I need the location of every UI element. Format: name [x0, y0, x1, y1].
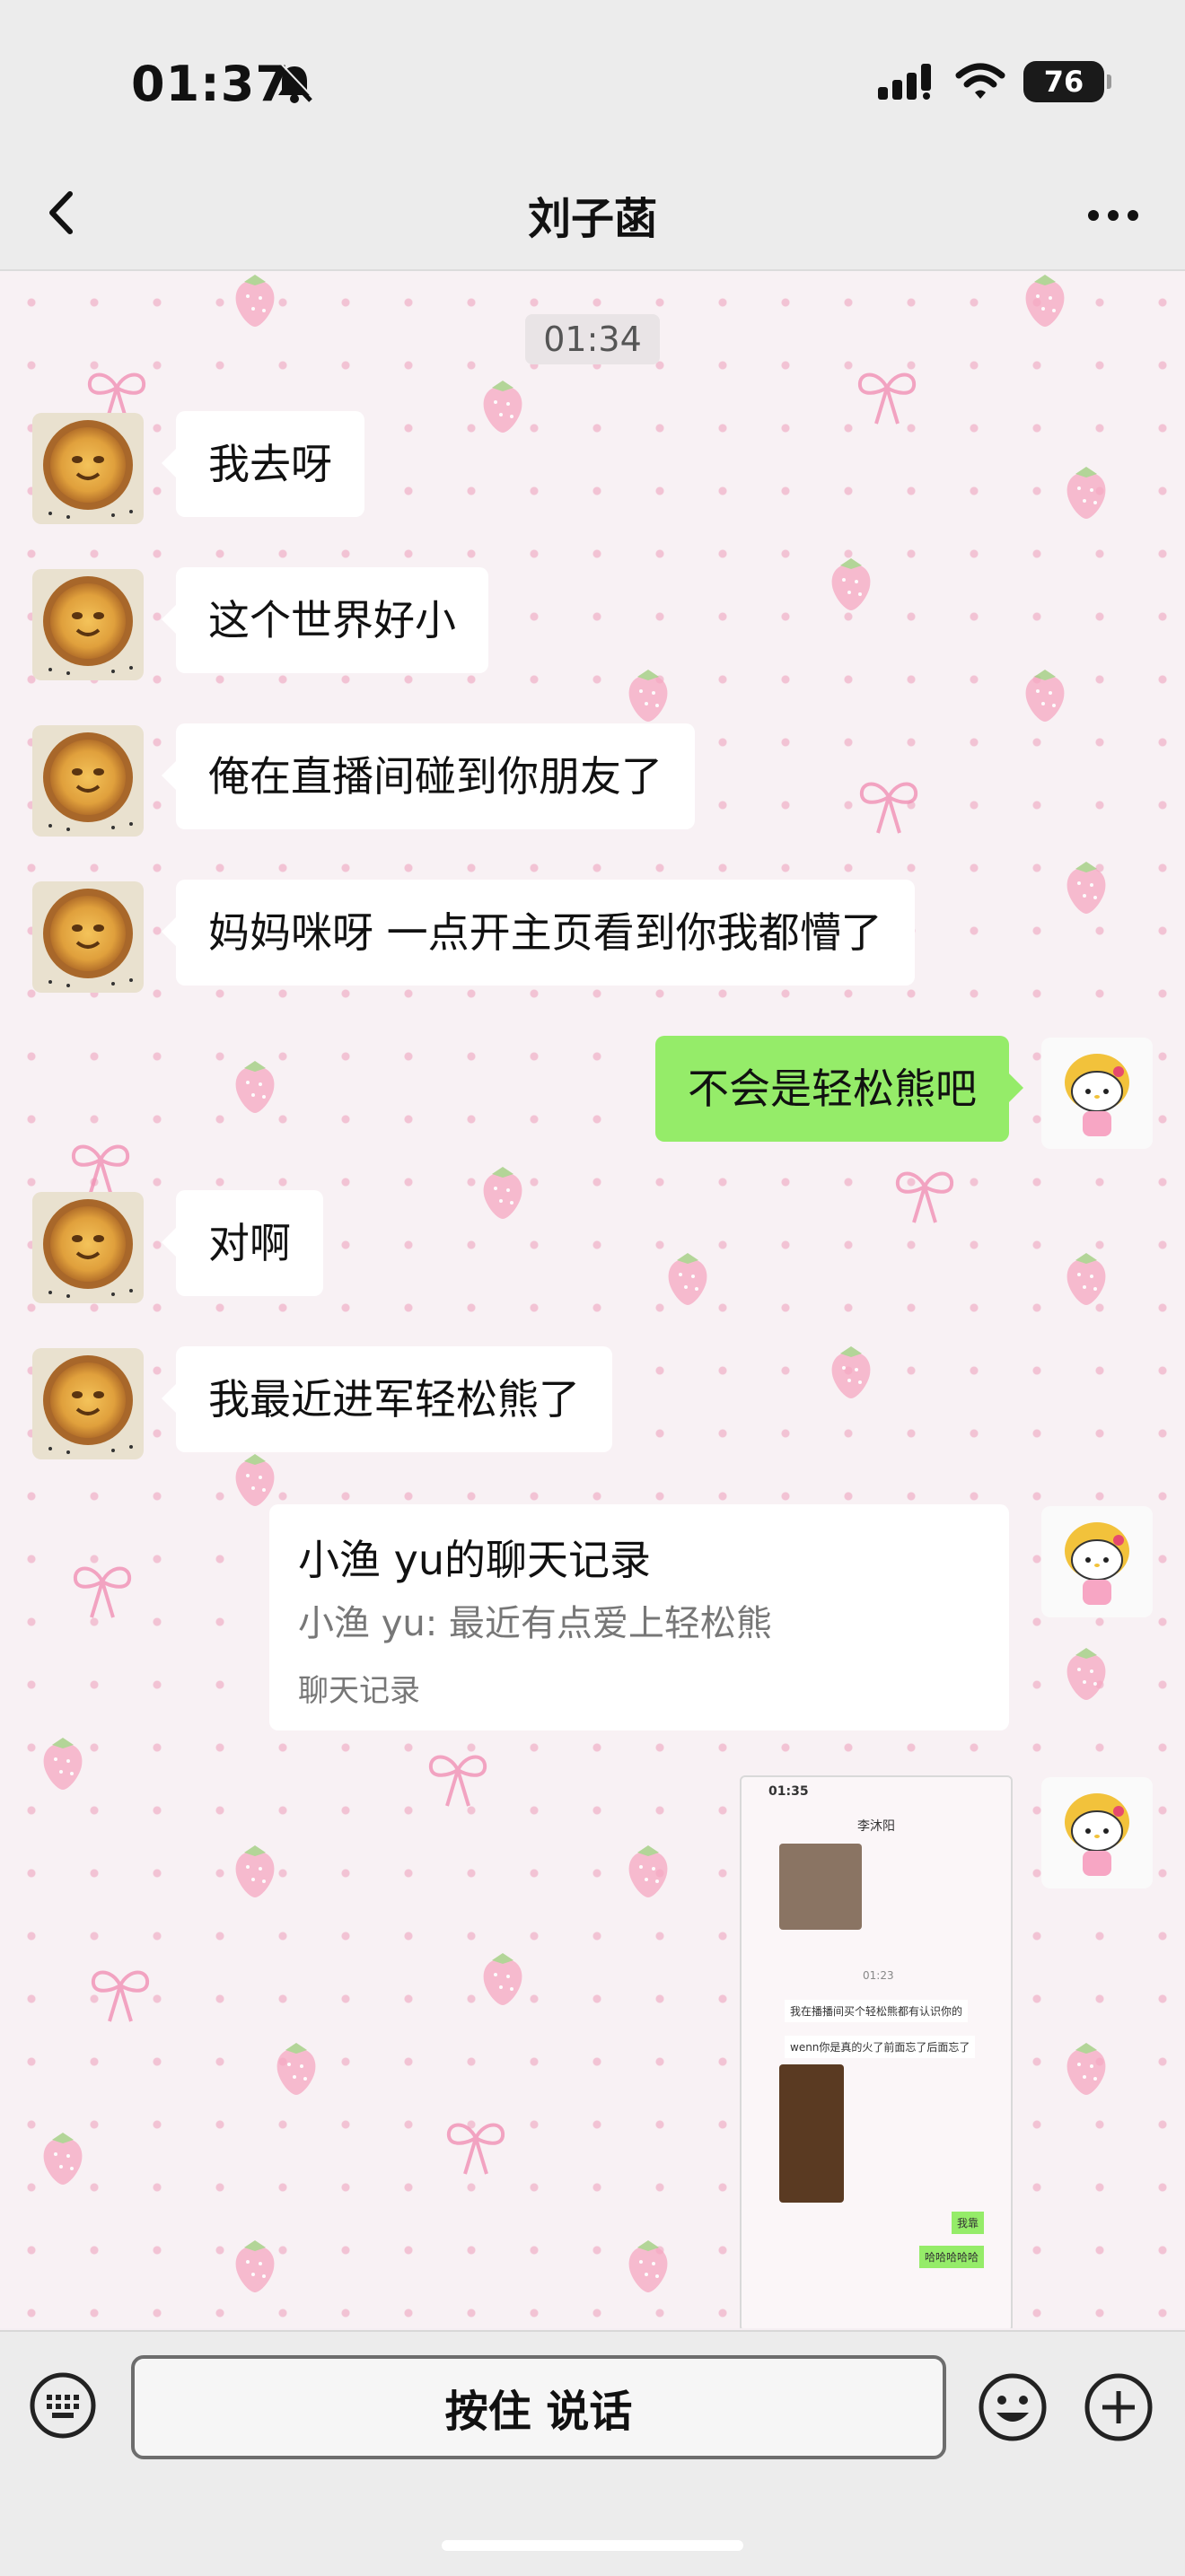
wifi-icon [955, 63, 1005, 99]
message-bubble[interactable]: 我去呀 [162, 411, 364, 517]
battery-indicator: 76 [1023, 61, 1111, 102]
strawberry-decoration [269, 2039, 323, 2097]
strawberry-decoration [228, 1057, 282, 1115]
status-time: 01:37 [131, 56, 290, 112]
add-plus-icon[interactable] [1083, 2371, 1154, 2443]
strawberry-decoration [36, 1734, 90, 1792]
strawberry-decoration [824, 1343, 878, 1400]
chat-timestamp: 01:34 [525, 314, 660, 364]
strawberry-decoration [1059, 1644, 1113, 1702]
forwarded-chat-card[interactable]: 小渔 yu的聊天记录 小渔 yu: 最近有点爱上轻松熊 聊天记录 [269, 1504, 1009, 1730]
strawberry-decoration [476, 1163, 530, 1221]
my-avatar[interactable] [1041, 1506, 1153, 1617]
shot-message: 我在播播间买个轻松熊都有认识你的 [785, 2000, 969, 2022]
shot-image-pig [779, 1844, 862, 1930]
chat-title: 刘子菡 [527, 194, 657, 244]
keyboard-toggle-icon[interactable] [29, 2371, 97, 2440]
message-bubble[interactable]: 这个世界好小 [162, 567, 488, 673]
strawberry-decoration [1059, 463, 1113, 521]
message-bubble[interactable]: 妈妈咪呀 一点开主页看到你我都懵了 [162, 880, 915, 986]
bow-decoration [440, 2111, 512, 2183]
strawberry-decoration [1059, 1249, 1113, 1307]
chat-area[interactable]: 01:34 我去呀 这个世界好小 俺在直播间碰到你朋友了 妈妈咪呀 一点开主页看… [0, 271, 1185, 2328]
bell-muted-icon [276, 64, 314, 103]
bow-decoration [422, 1743, 494, 1815]
message-bubble-sent[interactable]: 不会是轻松熊吧 [655, 1036, 1023, 1142]
chat-header: 刘子菡 [0, 162, 1185, 271]
strawberry-decoration [621, 2237, 675, 2294]
forwarded-card-title: 小渔 yu的聊天记录 [298, 1536, 651, 1584]
shot-reply: 我靠 [951, 2212, 984, 2234]
home-indicator[interactable] [442, 2540, 743, 2551]
shot-reply: 哈哈哈哈哈 [918, 2246, 984, 2268]
strawberry-decoration [228, 271, 282, 329]
shot-title: 李沐阳 [857, 1819, 895, 1834]
more-options-icon[interactable] [1077, 188, 1149, 242]
contact-avatar[interactable] [32, 1192, 144, 1303]
contact-avatar[interactable] [32, 1348, 144, 1459]
bow-decoration [66, 1555, 138, 1626]
contact-avatar[interactable] [32, 881, 144, 993]
contact-avatar[interactable] [32, 413, 144, 524]
shot-time: 01:35 [768, 1784, 809, 1799]
shot-timestamp: 01:23 [863, 1969, 894, 1982]
strawberry-decoration [1059, 858, 1113, 916]
strawberry-decoration [621, 1842, 675, 1899]
strawberry-decoration [824, 555, 878, 612]
strawberry-decoration [476, 1950, 530, 2007]
message-bubble[interactable]: 对啊 [162, 1190, 323, 1296]
forwarded-card-preview: 小渔 yu: 最近有点爱上轻松熊 [298, 1603, 772, 1644]
bow-decoration [853, 770, 925, 842]
strawberry-decoration [661, 1249, 715, 1307]
hold-to-talk-button[interactable]: 按住 说话 [131, 2355, 946, 2459]
strawberry-decoration [36, 2129, 90, 2186]
emoji-icon[interactable] [977, 2371, 1049, 2443]
bow-decoration [851, 361, 923, 433]
my-avatar[interactable] [1041, 1038, 1153, 1149]
signal-icon [878, 64, 931, 100]
strawberry-decoration [1059, 2039, 1113, 2097]
contact-avatar[interactable] [32, 569, 144, 680]
forwarded-card-label: 聊天记录 [298, 1673, 420, 1709]
screenshot-image-message[interactable]: 01:35 李沐阳 01:23 我在播播间买个轻松熊都有认识你的 wenn你是真… [740, 1775, 1013, 2328]
strawberry-decoration [228, 1842, 282, 1899]
shot-message: wenn你是真的火了前面忘了后面忘了 [785, 2036, 976, 2058]
strawberry-decoration [621, 666, 675, 723]
strawberry-decoration [476, 377, 530, 434]
strawberry-decoration [1018, 271, 1072, 329]
input-bar: 按住 说话 [0, 2330, 1185, 2576]
status-bar: 01:37 76 [0, 0, 1185, 162]
strawberry-decoration [1018, 666, 1072, 723]
shot-image-shop [779, 2064, 844, 2203]
my-avatar[interactable] [1041, 1777, 1153, 1888]
bow-decoration [889, 1160, 961, 1231]
message-bubble[interactable]: 俺在直播间碰到你朋友了 [162, 723, 695, 829]
contact-avatar[interactable] [32, 725, 144, 837]
bow-decoration [84, 1958, 156, 2030]
message-bubble[interactable]: 我最近进军轻松熊了 [162, 1346, 612, 1452]
strawberry-decoration [228, 1450, 282, 1508]
strawberry-decoration [228, 2237, 282, 2294]
